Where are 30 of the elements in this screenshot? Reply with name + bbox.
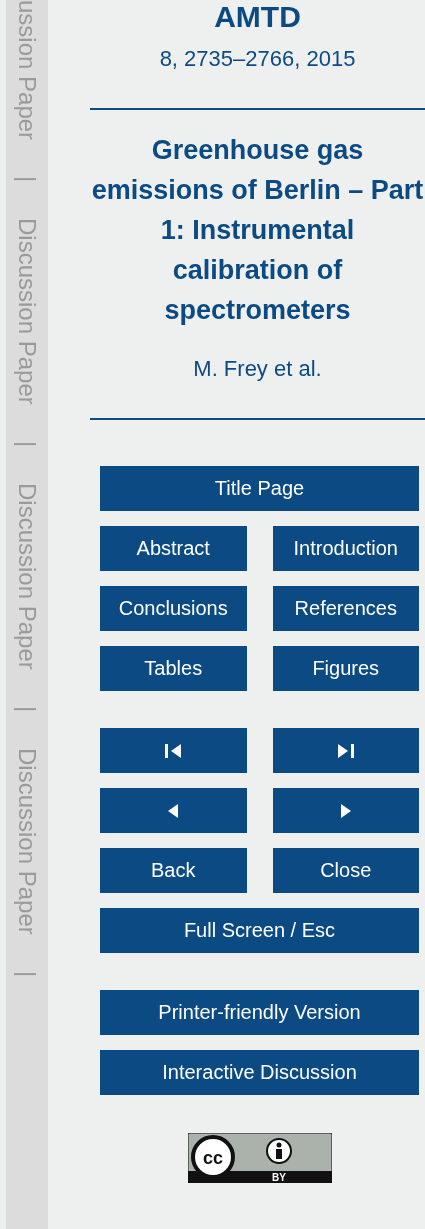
nav-button[interactable]: Interactive Discussion	[100, 1050, 419, 1095]
strip-label: Discussion Paper	[15, 748, 39, 936]
nav-button[interactable]: Abstract	[100, 526, 247, 571]
nav-button[interactable]: References	[272, 586, 419, 631]
license-badge: cc BY	[188, 1133, 332, 1183]
nav-button[interactable]: Figures	[272, 646, 419, 691]
nav-button[interactable]: Tables	[100, 646, 247, 691]
paper-title: Greenhouse gas emissions of Berlin – Part 1: Instrumental calibration of spectrometers	[90, 134, 425, 327]
nav-button[interactable]: Printer-friendly Version	[100, 990, 419, 1035]
strip-label: |	[15, 706, 39, 713]
nav-button[interactable]: Introduction	[272, 526, 419, 571]
strip-label: Discussion Paper	[15, 218, 39, 406]
nav-button[interactable]: Conclusions	[100, 586, 247, 631]
journal-name: AMTD	[214, 0, 301, 34]
authors: M. Frey et al.	[193, 356, 322, 382]
last-page-icon	[337, 743, 354, 758]
next-icon	[340, 803, 351, 818]
strip-label: |	[15, 971, 39, 978]
previous-icon	[168, 803, 179, 818]
nav-button[interactable]	[272, 728, 419, 773]
nav-button[interactable]: Title Page	[100, 466, 419, 511]
first-page-icon	[165, 743, 182, 758]
strip-label: |	[15, 441, 39, 448]
nav-button[interactable]: Back	[100, 848, 247, 893]
citation: 8, 2735–2766, 2015	[159, 46, 356, 72]
nav-button[interactable]: Full Screen / Esc	[100, 908, 419, 953]
strip-label: Discussion Paper	[15, 483, 39, 671]
nav-button[interactable]: Close	[272, 848, 419, 893]
strip-label: ussion Paper	[15, 0, 39, 141]
strip-label: |	[15, 176, 39, 183]
